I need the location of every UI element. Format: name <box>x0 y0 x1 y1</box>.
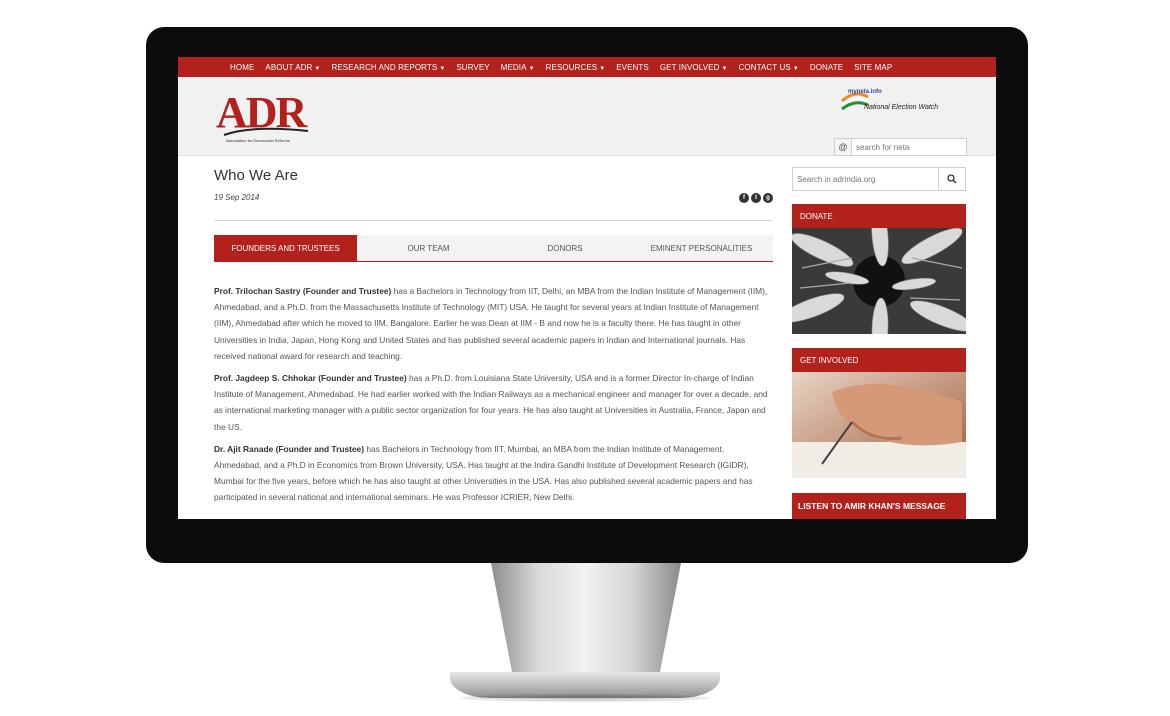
listen-amir-khan-message-button[interactable]: LISTEN TO AMIR KHAN'S MESSAGE <box>792 493 966 519</box>
search-button[interactable] <box>938 168 965 190</box>
bio-name: Dr. Ajit Ranade (Founder and Trustee) <box>214 443 364 454</box>
nav-resources[interactable]: RESOURCES ▼ <box>546 63 606 72</box>
neta-search-box: @ <box>834 138 967 156</box>
nav-contact-us[interactable]: CONTACT US ▼ <box>739 63 799 72</box>
tab-our-team[interactable]: OUR TEAM <box>357 235 500 261</box>
site-header: ADR Association for Democratic Reforms m… <box>178 77 996 156</box>
site-search-box <box>792 167 966 191</box>
monitor-base-shadow <box>460 694 710 702</box>
tab-donors[interactable]: DONORS <box>500 235 630 261</box>
nav-donate[interactable]: DONATE <box>810 63 843 72</box>
divider <box>214 220 773 221</box>
bio-paragraph: Prof. Trilochan Sastry (Founder and Trus… <box>214 283 773 364</box>
nav-about-adr[interactable]: ABOUT ADR ▼ <box>265 63 320 72</box>
page-title: Who We Are <box>214 167 298 184</box>
caret-down-icon: ▼ <box>721 65 728 72</box>
share-icons: f t g <box>739 193 773 203</box>
tab-eminent-personalities[interactable]: EMINENT PERSONALITIES <box>630 235 773 261</box>
get-involved-heading: GET INVOLVED <box>792 348 966 372</box>
national-election-watch-logo[interactable]: myneta.info National Election Watch <box>840 89 952 115</box>
hands-circle-image <box>779 205 975 359</box>
bio-text: has a Bachelors in Technology from IIT, … <box>214 286 768 361</box>
monitor-stand <box>491 563 681 681</box>
caret-down-icon: ▼ <box>792 65 799 72</box>
site-search-input[interactable] <box>793 168 939 190</box>
bio-name: Prof. Trilochan Sastry (Founder and Trus… <box>214 286 392 296</box>
bio-list: Prof. Trilochan Sastry (Founder and Trus… <box>214 283 773 512</box>
logo-swoosh-icon <box>223 127 309 136</box>
nav-research-and-reports[interactable]: RESEARCH AND REPORTS ▼ <box>331 63 445 72</box>
bio-name: Prof. Jagdeep S. Chhokar (Founder and Tr… <box>214 373 407 384</box>
caret-down-icon: ▼ <box>439 65 446 72</box>
post-date: 19 Sep 2014 <box>214 193 260 202</box>
sidebar: DONATE GET INVOL <box>779 167 975 519</box>
search-icon <box>947 174 957 184</box>
bio-paragraph: Dr. Ajit Ranade (Founder and Trustee) ha… <box>214 441 773 506</box>
neta-search-input[interactable] <box>852 139 966 155</box>
caret-down-icon: ▼ <box>599 65 606 72</box>
nav-survey[interactable]: SURVEY <box>456 63 489 72</box>
nav-get-involved[interactable]: GET INVOLVED ▼ <box>660 63 728 72</box>
caret-down-icon: ▼ <box>314 65 321 72</box>
tab-bar: FOUNDERS AND TRUSTEES OUR TEAM DONORS EM… <box>214 235 773 262</box>
googleplus-icon[interactable]: g <box>763 193 773 203</box>
donate-heading: DONATE <box>792 204 966 228</box>
get-involved-widget[interactable]: GET INVOLVED <box>792 348 966 483</box>
hand-writing-image <box>792 372 966 478</box>
caret-down-icon: ▼ <box>528 65 535 72</box>
adr-logo[interactable]: ADR Association for Democratic Reforms <box>216 91 326 143</box>
nav-home[interactable]: HOME <box>230 63 254 72</box>
facebook-icon[interactable]: f <box>739 193 749 203</box>
tab-founders-and-trustees[interactable]: FOUNDERS AND TRUSTEES <box>214 235 357 261</box>
top-navigation: HOME ABOUT ADR ▼ RESEARCH AND REPORTS ▼ SU… <box>178 57 996 77</box>
twitter-icon[interactable]: t <box>751 193 761 203</box>
nav-media[interactable]: MEDIA ▼ <box>501 63 535 72</box>
donate-widget[interactable]: DONATE <box>779 204 975 359</box>
bio-paragraph: Prof. Jagdeep S. Chhokar (Founder and Tr… <box>214 370 773 435</box>
browser-screen: HOME ABOUT ADR ▼ RESEARCH AND REPORTS ▼ SU… <box>178 57 996 519</box>
at-icon: @ <box>835 139 852 155</box>
nav-events[interactable]: EVENTS <box>616 63 649 72</box>
nav-site-map[interactable]: SITE MAP <box>854 63 892 72</box>
